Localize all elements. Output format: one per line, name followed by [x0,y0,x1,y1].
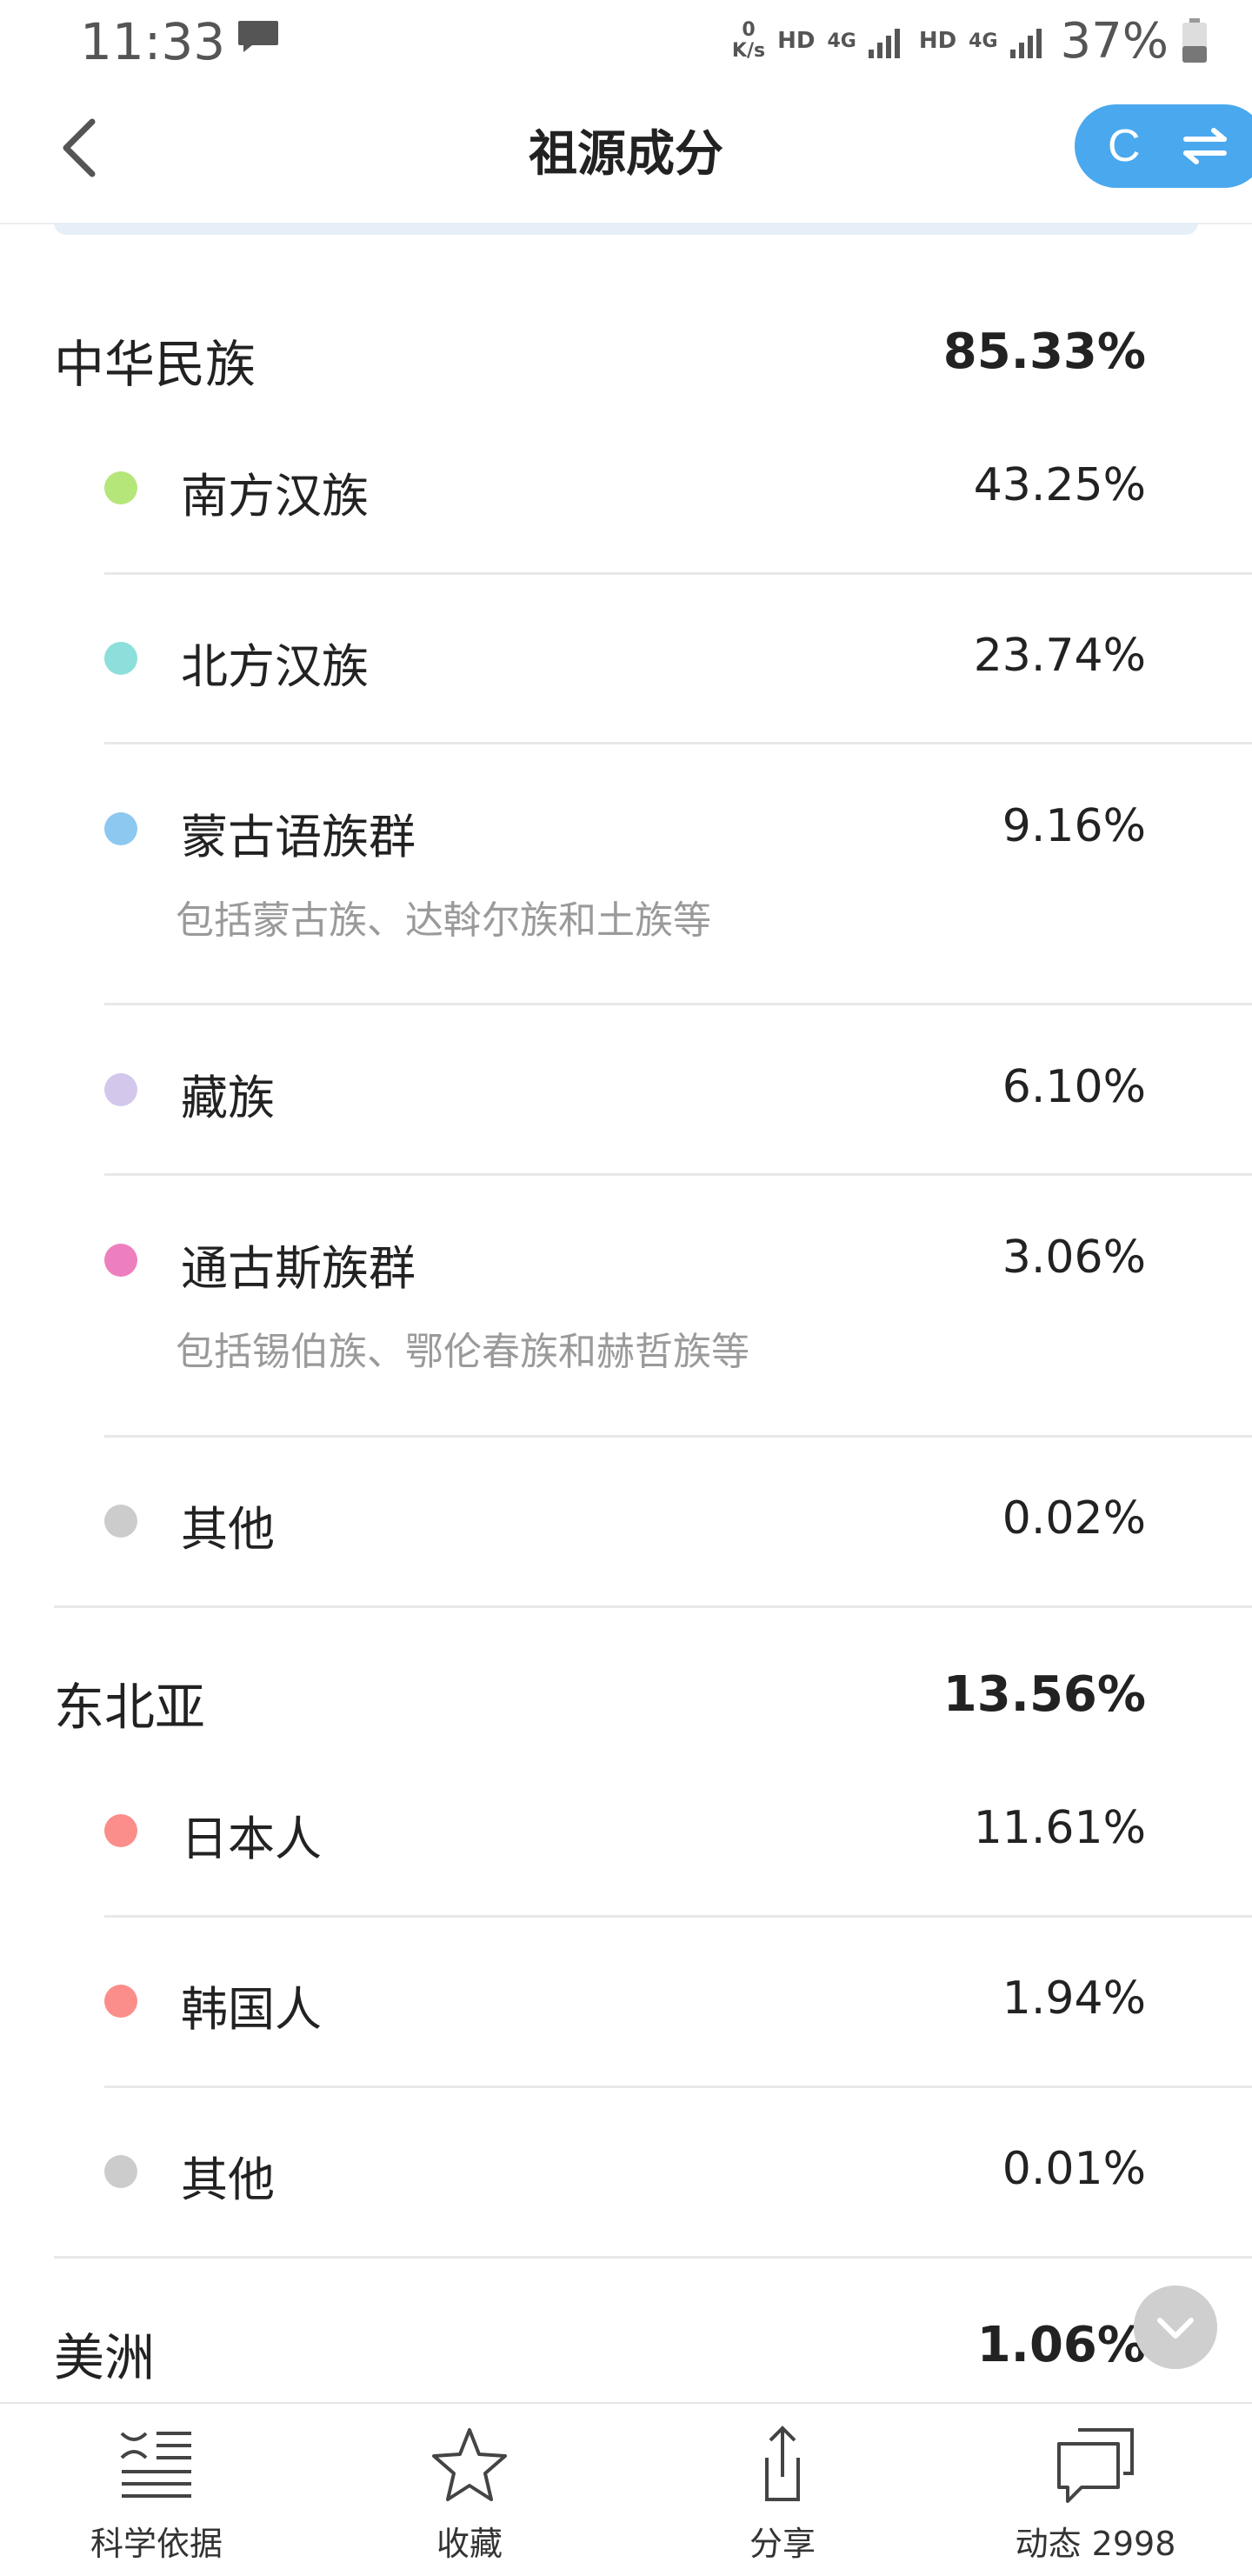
divider [104,742,1252,744]
page-title: 祖源成分 [529,126,723,183]
list-item[interactable]: 其他 0.01% [104,2129,1252,2216]
item-percent: 9.16% [1002,800,1146,852]
item-name: 通古斯族群 [181,1241,416,1296]
nav-science-basis[interactable]: 科学依据 [0,2404,313,2576]
net-speed: 0 K/s [731,19,766,62]
divider [104,1173,1252,1176]
comments-icon [1057,2428,1134,2503]
network-type: 4G [827,30,856,52]
item-percent: 11.61% [973,1802,1146,1854]
color-dot [104,2155,137,2188]
group-name: 美洲 [54,2328,156,2387]
divider [104,2085,1252,2088]
header: 祖源成分 C [0,87,1252,224]
item-percent: 0.02% [1002,1492,1146,1545]
status-bar: 11:33 0 K/s HD 4G HD 4G 37% [0,0,1252,87]
item-percent: 43.25% [973,459,1146,511]
list-item[interactable]: 通古斯族群 3.06% 包括锡伯族、鄂伦春族和赫哲族等 [104,1218,1252,1391]
item-name: 藏族 [181,1071,275,1125]
map-edge [54,223,1198,235]
item-name: 其他 [181,1502,275,1557]
swap-arrows-icon [1183,128,1227,164]
battery-percent: 37% [1060,12,1169,70]
scroll-down-button[interactable] [1134,2286,1217,2369]
list-item[interactable]: 韩国人 1.94% [104,1959,1252,2045]
group-row-americas[interactable]: 美洲 1.06% [54,2299,1146,2387]
item-name: 韩国人 [181,1982,322,2037]
item-description: 包括锡伯族、鄂伦春族和赫哲族等 [176,1330,749,1374]
bottom-nav: 科学依据 收藏 分享 动态 2998 [0,2402,1252,2576]
item-name: 日本人 [181,1812,322,1866]
color-dot [104,1073,137,1106]
signal-icon-2 [1009,29,1042,58]
divider [104,1003,1252,1005]
nav-label: 收藏 [436,2525,503,2563]
color-dot [104,1244,137,1277]
nav-label: 科学依据 [90,2525,223,2563]
nav-activity[interactable]: 动态 2998 [939,2404,1252,2576]
divider [104,1915,1252,1918]
divider [104,572,1252,575]
item-name: 南方汉族 [181,469,369,524]
message-icon [238,21,278,52]
color-dot [104,1505,137,1538]
group-percent: 85.33% [942,324,1146,380]
item-percent: 1.94% [1002,1972,1146,2025]
status-indicators: 0 K/s HD 4G HD 4G 37% [732,10,1209,71]
group-name: 中华民族 [54,335,256,394]
group-row-china[interactable]: 中华民族 85.33% [54,306,1146,394]
star-icon [432,2428,507,2501]
list-item[interactable]: 其他 0.02% [104,1478,1252,1565]
status-time: 11:33 [80,12,226,71]
item-name: 北方汉族 [181,639,369,694]
nav-label: 动态 2998 [1015,2525,1176,2563]
science-basis-icon [120,2432,191,2498]
group-row-northeast-asia[interactable]: 东北亚 13.56% [54,1649,1146,1737]
divider [104,1435,1252,1438]
nav-label: 分享 [749,2525,816,2563]
signal-icon [868,29,900,58]
switch-letter: C [1108,121,1141,171]
group-percent: 13.56% [942,1666,1146,1723]
color-dot [104,1985,137,2018]
list-item[interactable]: 日本人 11.61% [104,1788,1252,1875]
color-dot [104,812,137,845]
item-percent: 6.10% [1002,1061,1146,1113]
switch-button[interactable]: C [1075,104,1252,188]
list-item[interactable]: 南方汉族 43.25% [104,445,1252,532]
item-percent: 0.01% [1002,2143,1146,2195]
hd-label: HD [777,28,816,54]
color-dot [104,471,137,504]
item-percent: 23.74% [973,630,1146,682]
nav-share[interactable]: 分享 [626,2404,939,2576]
battery-icon [1182,18,1207,63]
network-type-2: 4G [969,30,998,52]
divider [54,1605,1252,1608]
group-percent: 1.06% [976,2317,1146,2373]
hd-label-2: HD [918,28,957,54]
group-name: 东北亚 [54,1678,206,1737]
list-item[interactable]: 蒙古语族群 9.16% 包括蒙古族、达斡尔族和土族等 [104,786,1252,960]
nav-favorite[interactable]: 收藏 [313,2404,626,2576]
item-name: 蒙古语族群 [181,810,416,864]
item-description: 包括蒙古族、达斡尔族和土族等 [176,898,711,943]
divider [54,2256,1252,2259]
share-icon [765,2426,800,2501]
color-dot [104,642,137,675]
list-item[interactable]: 北方汉族 23.74% [104,616,1252,703]
item-percent: 3.06% [1002,1231,1146,1284]
color-dot [104,1814,137,1847]
list-item[interactable]: 藏族 6.10% [104,1047,1252,1134]
item-name: 其他 [181,2152,275,2207]
